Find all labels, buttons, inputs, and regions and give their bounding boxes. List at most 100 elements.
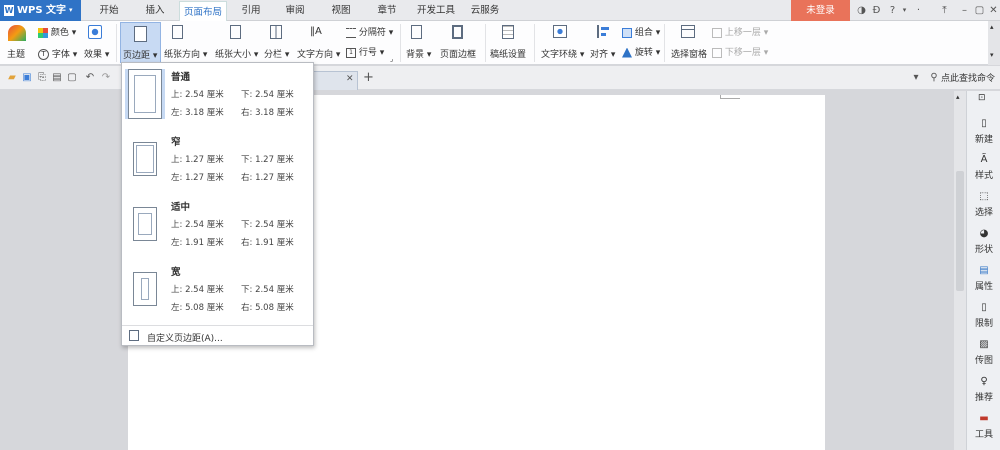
ribbon-separator (400, 24, 401, 62)
group-button[interactable]: 组合 ▾ (622, 25, 660, 38)
margin-left-value: 左: 5.08 厘米 (171, 303, 224, 313)
background-icon[interactable] (411, 25, 422, 39)
select-icon: ⬚ (979, 191, 989, 202)
dialog-launcher-icon[interactable]: ⌟ (390, 55, 393, 63)
close-icon[interactable]: ✕ (987, 4, 1000, 17)
maximize-icon[interactable]: ▢ (973, 4, 986, 17)
pane-item-tools[interactable]: ▬ 工具 (967, 413, 1000, 440)
draft-paper-button[interactable]: 稿纸设置 (490, 47, 526, 60)
app-menu-button[interactable]: W WPS 文字 ▾ (0, 0, 81, 21)
effects-icon-button[interactable] (88, 25, 102, 39)
text-direction-icon[interactable]: ‖A (310, 25, 324, 39)
effects-label[interactable]: 效果 ▾ (84, 47, 109, 60)
colors-button[interactable]: 颜色 ▾ (38, 25, 76, 38)
bring-forward-button[interactable]: 上移一层 ▾ (712, 25, 768, 38)
wps-logo-icon: W (4, 5, 14, 16)
selection-pane-icon[interactable] (681, 25, 695, 38)
pane-item-properties[interactable]: ▤ 属性 (967, 265, 1000, 292)
rotate-button[interactable]: 旋转 ▾ (622, 45, 660, 58)
pane-item-new[interactable]: ▯ 新建 (967, 118, 1000, 145)
orientation-button[interactable]: 纸张方向 ▾ (164, 47, 207, 60)
align-icon[interactable] (597, 25, 609, 38)
redo-icon[interactable]: ↷ (100, 72, 112, 84)
background-button[interactable]: 背景 ▾ (406, 47, 431, 60)
command-search[interactable]: 点此查找命令 (941, 71, 995, 84)
scroll-thumb[interactable] (956, 171, 964, 291)
margin-left-value: 左: 1.27 厘米 (171, 173, 224, 183)
tab-cloud[interactable]: 云服务 (466, 0, 504, 21)
tab-review[interactable]: 审阅 (280, 0, 310, 21)
pane-item-upload-image[interactable]: ▨ 传图 (967, 339, 1000, 366)
page-border-icon[interactable] (452, 25, 463, 39)
margins-label: 页边距 ▾ (123, 51, 158, 61)
line-number-button[interactable]: 1 行号 ▾ (346, 45, 384, 58)
undo-icon[interactable]: ↶ (84, 72, 96, 84)
pane-item-restrict[interactable]: ▯ 限制 (967, 302, 1000, 329)
tab-home[interactable]: 开始 (92, 0, 126, 21)
margins-icon (134, 26, 147, 42)
page-size-icon[interactable] (230, 25, 241, 39)
tab-page-layout[interactable]: 页面布局 (179, 1, 227, 22)
new-tab-button[interactable]: + (363, 70, 374, 85)
wrap-text-icon[interactable] (553, 25, 567, 38)
margin-option-normal[interactable]: 普通 上: 2.54 厘米 下: 2.54 厘米 左: 3.18 厘米 右: 3… (124, 65, 312, 128)
margins-button[interactable]: 页边距 ▾ (120, 22, 161, 63)
selection-pane-button[interactable]: 选择窗格 (671, 47, 707, 60)
vertical-scrollbar[interactable]: ▴ (954, 91, 966, 450)
app-name: WPS 文字 (17, 5, 67, 16)
minimize-icon[interactable]: – (958, 4, 971, 17)
columns-icon[interactable] (270, 25, 282, 39)
margin-option-narrow[interactable]: 窄 上: 1.27 厘米 下: 1.27 厘米 左: 1.27 厘米 右: 1.… (124, 130, 312, 193)
margin-option-wide[interactable]: 宽 上: 2.54 厘米 下: 2.54 厘米 左: 5.08 厘米 右: 5.… (124, 260, 312, 323)
chevron-down-icon[interactable]: ▾ (990, 51, 994, 59)
text-direction-button[interactable]: 文字方向 ▾ (297, 47, 340, 60)
toolbox-icon: ▬ (979, 413, 989, 424)
chevron-down-icon[interactable]: ▾ (898, 4, 911, 17)
print-icon[interactable]: ▤ (51, 72, 63, 84)
more-icon[interactable]: · (912, 4, 925, 17)
preview-icon[interactable]: ▢ (66, 72, 78, 84)
close-tab-icon[interactable]: ✕ (346, 74, 354, 84)
skin-icon[interactable]: ◑ (855, 4, 868, 17)
tab-sections[interactable]: 章节 (372, 0, 402, 21)
tab-insert[interactable]: 插入 (138, 0, 172, 21)
pane-item-shape[interactable]: ◕ 形状 (967, 228, 1000, 255)
tab-references[interactable]: 引用 (236, 0, 266, 21)
draft-paper-icon[interactable] (502, 25, 514, 39)
columns-button[interactable]: 分栏 ▾ (264, 47, 289, 60)
save-icon[interactable]: ▣ (21, 72, 33, 84)
open-icon[interactable]: ▰ (6, 72, 18, 84)
send-backward-button[interactable]: 下移一层 ▾ (712, 45, 768, 58)
page-border-button[interactable]: 页面边框 (440, 47, 476, 60)
search-icon[interactable]: ⚲ (928, 72, 940, 84)
ribbon-scroll[interactable]: ▴ ▾ (988, 21, 1000, 65)
margin-option-moderate[interactable]: 适中 上: 2.54 厘米 下: 2.54 厘米 左: 1.91 厘米 右: 1… (124, 195, 312, 258)
orientation-icon[interactable] (172, 25, 183, 39)
separator-icon (346, 27, 356, 38)
margin-option-title: 窄 (171, 137, 181, 148)
restore-icon[interactable]: ⤒ (938, 4, 951, 17)
pane-item-recommend[interactable]: ♀ 推荐 (967, 376, 1000, 403)
pane-item-style[interactable]: Ã 样式 (967, 154, 1000, 181)
document-tab[interactable]: ✕ (313, 71, 358, 90)
tab-developer[interactable]: 开发工具 (414, 0, 458, 21)
margin-left-value: 左: 1.91 厘米 (171, 238, 224, 248)
page-size-button[interactable]: 纸张大小 ▾ (215, 47, 258, 60)
wrap-text-button[interactable]: 文字环绕 ▾ (541, 47, 584, 60)
pane-item-select[interactable]: ⬚ 选择 (967, 191, 1000, 218)
align-button[interactable]: 对齐 ▾ (590, 47, 615, 60)
pin-icon[interactable]: ⊡ (978, 93, 986, 103)
send-backward-icon (712, 47, 722, 58)
custom-margins-item[interactable]: 自定义页边距(A)... (122, 327, 313, 345)
export-icon[interactable]: ⎘ (36, 72, 48, 84)
font-button[interactable]: T 字体 ▾ (38, 47, 77, 60)
colors-label: 颜色 (50, 28, 69, 38)
chevron-up-icon[interactable]: ▴ (990, 23, 994, 31)
theme-button[interactable] (8, 25, 26, 41)
chevron-up-icon[interactable]: ▴ (956, 93, 960, 101)
toolbar-settings-icon[interactable]: ▾ (910, 72, 922, 84)
separator-button[interactable]: 分隔符 ▾ (346, 25, 393, 38)
tab-view[interactable]: 视图 (326, 0, 356, 21)
login-button[interactable]: 未登录 (791, 0, 850, 21)
sync-icon[interactable]: Ɖ (870, 4, 883, 17)
